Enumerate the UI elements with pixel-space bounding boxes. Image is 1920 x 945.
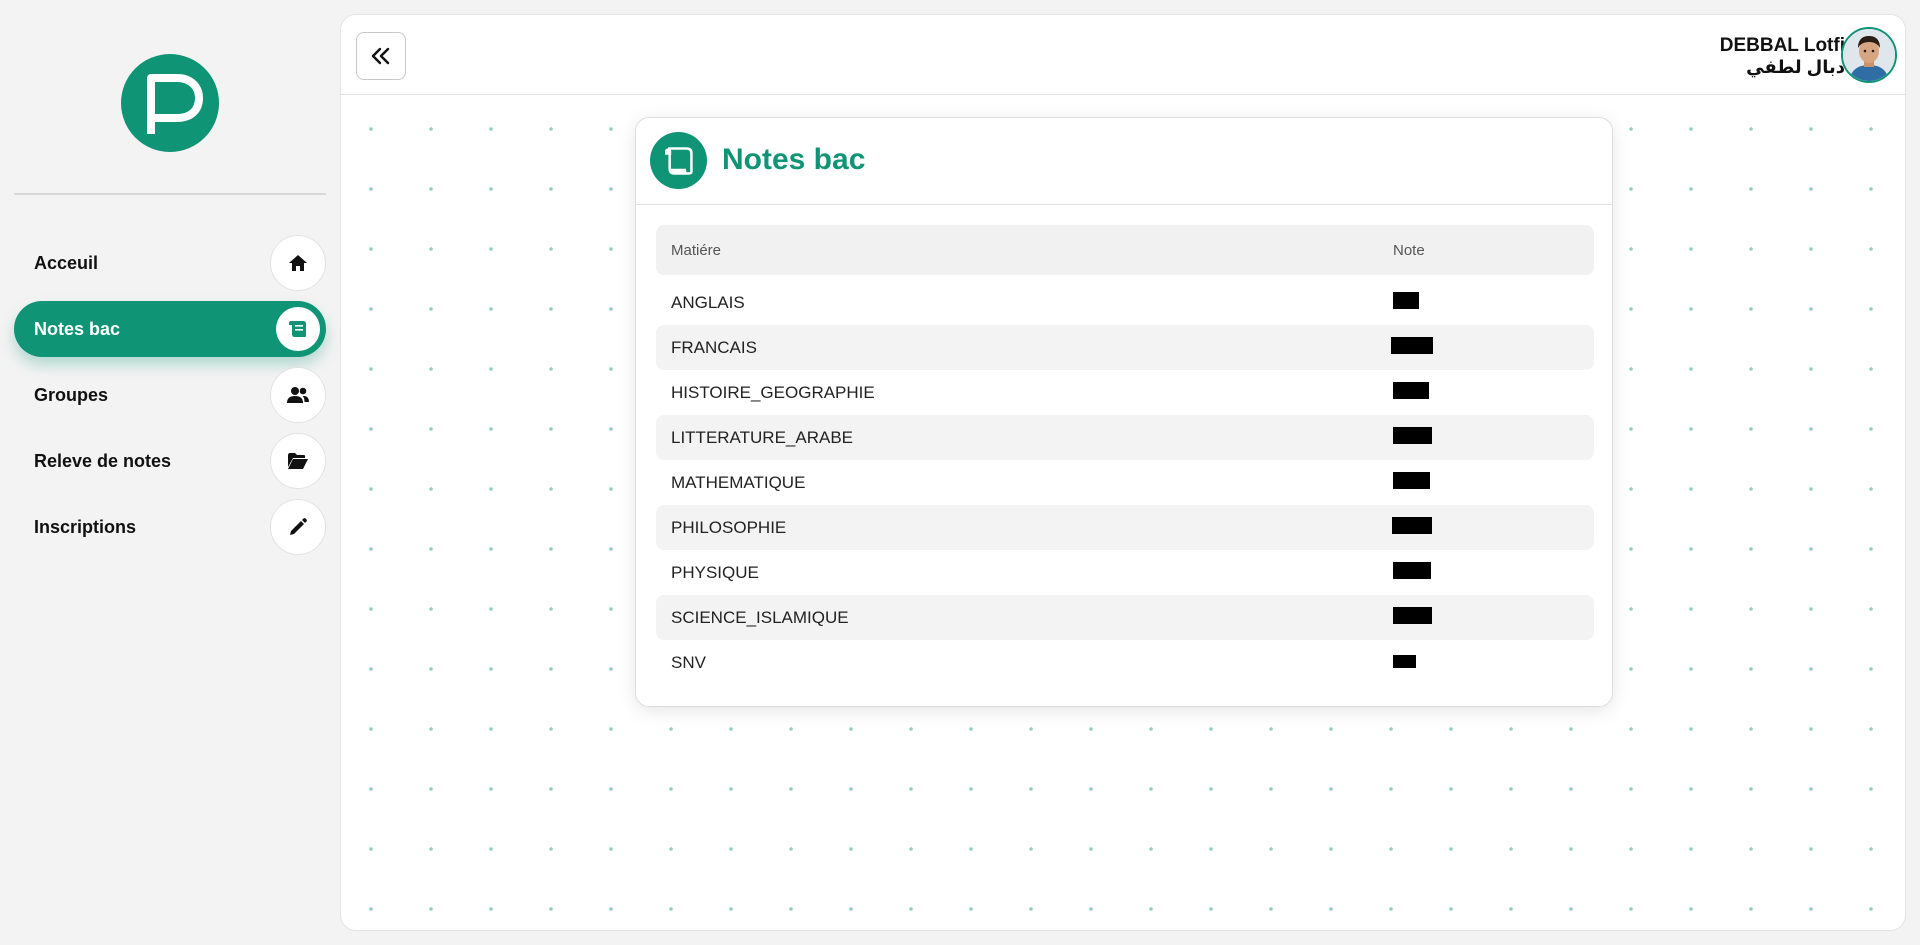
- table-row: LITTERATURE_ARABE: [656, 415, 1594, 460]
- matiere-cell: PHYSIQUE: [671, 562, 759, 582]
- redacted-note: [1393, 654, 1416, 668]
- note-cell: [1393, 381, 1594, 404]
- matiere-cell: LITTERATURE_ARABE: [671, 427, 854, 447]
- user-name-arabic: دبال لطفي: [1746, 57, 1845, 77]
- redacted-note: [1392, 516, 1432, 534]
- sidebar-item-acceuil[interactable]: Acceuil: [14, 235, 326, 291]
- card-header: Notes bac: [636, 118, 1612, 205]
- scroll-icon: [276, 307, 320, 351]
- table-row: SCIENCE_ISLAMIQUE: [656, 595, 1594, 640]
- user-info[interactable]: DEBBAL Lotfi دبال لطفي: [1720, 35, 1845, 77]
- sidebar: Acceuil Notes bac Groupes Releve de note…: [0, 0, 340, 945]
- avatar[interactable]: [1841, 27, 1897, 83]
- note-cell: [1392, 516, 1594, 539]
- note-cell: [1393, 471, 1594, 494]
- pencil-icon: [270, 499, 326, 555]
- sidebar-item-label: Notes bac: [34, 318, 121, 339]
- note-cell: [1393, 653, 1594, 673]
- redacted-note: [1393, 381, 1429, 399]
- redacted-note: [1393, 426, 1432, 444]
- matiere-cell: FRANCAIS: [671, 337, 757, 357]
- note-cell: [1391, 336, 1594, 359]
- sidebar-item-label: Inscriptions: [34, 516, 137, 537]
- double-chevron-left-icon: [371, 47, 390, 65]
- users-icon: [270, 367, 326, 423]
- matiere-cell: SCIENCE_ISLAMIQUE: [671, 607, 849, 627]
- note-cell: [1393, 561, 1594, 584]
- note-cell: [1393, 606, 1594, 629]
- sidebar-item-label: Releve de notes: [34, 450, 172, 471]
- matiere-cell: SNV: [671, 652, 706, 672]
- sidebar-item-label: Acceuil: [34, 252, 99, 273]
- table-row: SNV: [656, 640, 1594, 685]
- table-row: FRANCAIS: [656, 325, 1594, 370]
- table-header: Matiére Note: [656, 225, 1594, 275]
- sidebar-item-label: Groupes: [34, 384, 109, 405]
- redacted-note: [1393, 606, 1432, 624]
- matiere-cell: HISTOIRE_GEOGRAPHIE: [671, 382, 875, 402]
- folder-open-icon: [270, 433, 326, 489]
- redacted-note: [1393, 561, 1431, 579]
- sidebar-divider: [14, 193, 326, 195]
- table-row: MATHEMATIQUE: [656, 460, 1594, 505]
- table-body: ANGLAIS FRANCAIS HISTOIRE_GEOGRAPHIE LIT…: [656, 280, 1594, 685]
- home-icon: [270, 235, 326, 291]
- redacted-note: [1393, 471, 1430, 489]
- note-cell: [1393, 291, 1594, 314]
- table-row: HISTOIRE_GEOGRAPHIE: [656, 370, 1594, 415]
- notes-bac-card: Notes bac Matiére Note ANGLAIS FRANCAIS …: [635, 117, 1613, 707]
- matiere-cell: MATHEMATIQUE: [671, 472, 806, 492]
- sidebar-nav: Acceuil Notes bac Groupes Releve de note…: [14, 235, 326, 565]
- p-logo-icon[interactable]: [121, 54, 219, 152]
- user-name: DEBBAL Lotfi: [1719, 35, 1845, 56]
- main-panel: DEBBAL Lotfi دبال لطفي Notes bac Matiére…: [340, 14, 1906, 931]
- column-header-matiere: Matiére: [671, 241, 722, 259]
- notes-table: Matiére Note ANGLAIS FRANCAIS HISTOIRE_G…: [656, 225, 1594, 685]
- collapse-sidebar-button[interactable]: [356, 32, 406, 80]
- redacted-note: [1391, 336, 1433, 354]
- redacted-note: [1393, 291, 1419, 309]
- card-title: Notes bac: [722, 143, 866, 176]
- matiere-cell: PHILOSOPHIE: [671, 517, 787, 537]
- sidebar-item-groupes[interactable]: Groupes: [14, 367, 326, 423]
- matiere-cell: ANGLAIS: [671, 292, 745, 312]
- table-row: PHILOSOPHIE: [656, 505, 1594, 550]
- scroll-icon: [650, 132, 707, 189]
- sidebar-item-notes-bac[interactable]: Notes bac: [14, 301, 326, 357]
- topbar: DEBBAL Lotfi دبال لطفي: [341, 15, 1905, 95]
- table-row: PHYSIQUE: [656, 550, 1594, 595]
- sidebar-item-inscriptions[interactable]: Inscriptions: [14, 499, 326, 555]
- column-header-note: Note: [1393, 241, 1425, 259]
- note-cell: [1393, 426, 1594, 449]
- table-row: ANGLAIS: [656, 280, 1594, 325]
- sidebar-item-releve-de-notes[interactable]: Releve de notes: [14, 433, 326, 489]
